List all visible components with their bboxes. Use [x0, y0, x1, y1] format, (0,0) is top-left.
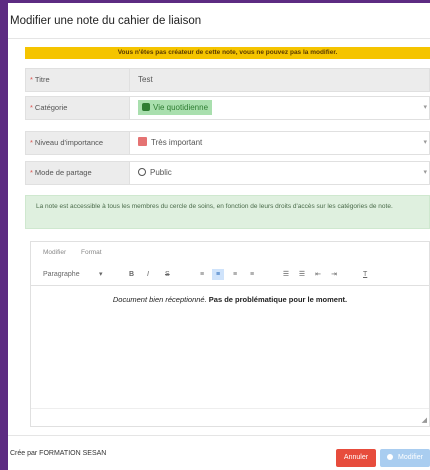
- sharing-row: * Mode de partage Public ▾: [25, 161, 430, 185]
- created-by-label: Crée par FORMATION SESAN: [10, 450, 107, 457]
- title-label: * Titre: [25, 68, 130, 92]
- title-field[interactable]: Test: [130, 68, 430, 92]
- category-select[interactable]: Vie quotidienne ▾: [130, 96, 430, 120]
- warning-banner: Vous n'êtes pas créateur de cette note, …: [25, 47, 430, 59]
- home-icon: [142, 103, 150, 111]
- align-justify-icon[interactable]: ≡: [247, 269, 257, 280]
- sharing-info-message: La note est accessible à tous les membre…: [25, 195, 430, 229]
- editor-menubar: Modifier Format: [31, 242, 429, 262]
- menu-modifier[interactable]: Modifier: [43, 249, 66, 256]
- edit-note-modal: Modifier une note du cahier de liaison V…: [8, 3, 430, 470]
- importance-row: * Niveau d'importance Très important ▾: [25, 131, 430, 155]
- editor-content[interactable]: Document bien réceptionné. Pas de problé…: [31, 286, 429, 408]
- category-tag: Vie quotidienne: [138, 100, 213, 115]
- category-label: * Catégorie: [25, 96, 130, 120]
- importance-select[interactable]: Très important ▾: [130, 131, 430, 155]
- chevron-down-icon[interactable]: ▾: [99, 269, 103, 280]
- footer-divider: [8, 435, 430, 436]
- title-row: * Titre Test: [25, 68, 430, 92]
- cancel-button[interactable]: Annuler: [336, 449, 376, 467]
- align-left-icon[interactable]: ≡: [197, 269, 207, 280]
- chevron-down-icon: ▾: [423, 139, 427, 146]
- paragraph-format-select[interactable]: Paragraphe: [43, 269, 80, 280]
- strikethrough-button[interactable]: S: [165, 269, 170, 280]
- align-right-icon[interactable]: ≡: [230, 269, 240, 280]
- clear-format-button[interactable]: T: [363, 269, 367, 280]
- bullet-list-icon[interactable]: ☰: [281, 269, 291, 280]
- align-center-icon[interactable]: ≡: [212, 269, 224, 280]
- bold-button[interactable]: B: [129, 269, 134, 280]
- editor-statusbar: ◢: [31, 408, 429, 426]
- modify-button[interactable]: Modifier: [380, 449, 430, 467]
- resize-handle-icon[interactable]: ◢: [422, 416, 427, 424]
- category-row: * Catégorie Vie quotidienne ▾: [25, 96, 430, 120]
- spinner-icon: [387, 454, 394, 460]
- content-italic-text: Document bien réceptionné.: [112, 295, 207, 304]
- rich-text-editor: Modifier Format Paragraphe ▾ B I S ≡ ≡ ≡…: [30, 241, 430, 427]
- sharing-label: * Mode de partage: [25, 161, 130, 185]
- flag-icon: [138, 137, 147, 146]
- menu-format[interactable]: Format: [81, 249, 102, 256]
- numbered-list-icon[interactable]: ☰: [297, 269, 307, 280]
- editor-toolbar: Paragraphe ▾ B I S ≡ ≡ ≡ ≡ ☰ ☰ ⇤ ⇥ T: [31, 262, 429, 286]
- importance-label: * Niveau d'importance: [25, 131, 130, 155]
- sharing-select[interactable]: Public ▾: [130, 161, 430, 185]
- modal-header: Modifier une note du cahier de liaison: [8, 3, 430, 39]
- chevron-down-icon: ▾: [423, 104, 427, 111]
- modal-title: Modifier une note du cahier de liaison: [10, 15, 202, 27]
- outdent-icon[interactable]: ⇤: [313, 269, 323, 280]
- content-bold-text: Pas de problématique pour le moment.: [208, 295, 348, 304]
- chevron-down-icon: ▾: [423, 169, 427, 176]
- italic-button[interactable]: I: [147, 269, 149, 280]
- globe-icon: [138, 168, 146, 176]
- window-frame-left: [0, 0, 8, 470]
- indent-icon[interactable]: ⇥: [329, 269, 339, 280]
